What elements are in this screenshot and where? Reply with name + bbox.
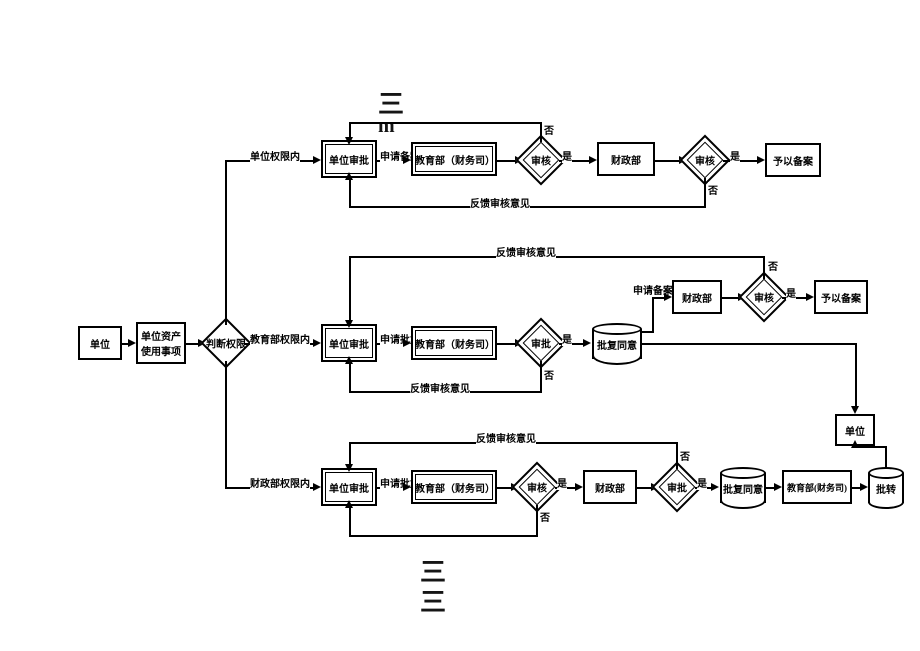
r2-feedback: 反馈审核意见 xyxy=(410,380,470,395)
r3-no-1: 否 xyxy=(540,509,550,524)
r1-record: 予以备案 xyxy=(765,143,821,177)
r3-yes-1: 是 xyxy=(557,475,567,490)
r3-agree: 批复同意 xyxy=(720,473,766,503)
r3-moe2: 教育部(财务司) xyxy=(782,470,852,504)
r2-yes-2: 是 xyxy=(786,285,796,300)
node-asset-use: 单位资产 使用事项 xyxy=(136,322,186,364)
r1-yes-1: 是 xyxy=(562,148,572,163)
r3-moe: 教育部（财务司） xyxy=(411,470,497,504)
branch-label-top: 单位权限内 xyxy=(250,148,300,163)
decor-char-bot-2: 三 xyxy=(420,590,448,616)
r2-moe: 教育部（财务司） xyxy=(411,326,497,360)
r1-no-1: 否 xyxy=(544,122,554,137)
r2-yes-1: 是 xyxy=(562,331,572,346)
r2-record: 予以备案 xyxy=(814,280,868,314)
r1-feedback: 反馈审核意见 xyxy=(470,195,530,210)
r3-mof: 财政部 xyxy=(583,470,637,504)
r2-feedback-top: 反馈审核意见 xyxy=(496,244,556,259)
r1-no-2: 否 xyxy=(708,182,718,197)
branch-label-bot: 财政部权限内 xyxy=(250,475,310,490)
r2-agree: 批复同意 xyxy=(592,329,642,359)
branch-label-mid: 教育部权限内 xyxy=(250,331,310,346)
r2-mof: 财政部 xyxy=(672,280,722,314)
r2-no-1: 否 xyxy=(544,367,554,382)
r1-mof: 财政部 xyxy=(597,142,655,176)
r3-forward: 批转 xyxy=(868,473,904,503)
r1-moe: 教育部（财务司） xyxy=(411,142,497,176)
r3-feedback-top: 反馈审核意见 xyxy=(476,430,536,445)
decor-char-bot-1: 三 xyxy=(420,560,448,586)
r2-no-2: 否 xyxy=(768,258,778,273)
r3-no-2: 否 xyxy=(680,448,690,463)
r1-yes-2: 是 xyxy=(730,148,740,163)
node-unit-start: 单位 xyxy=(78,326,122,360)
r3-yes-2: 是 xyxy=(697,475,707,490)
decor-char-top-2: m xyxy=(378,116,397,136)
